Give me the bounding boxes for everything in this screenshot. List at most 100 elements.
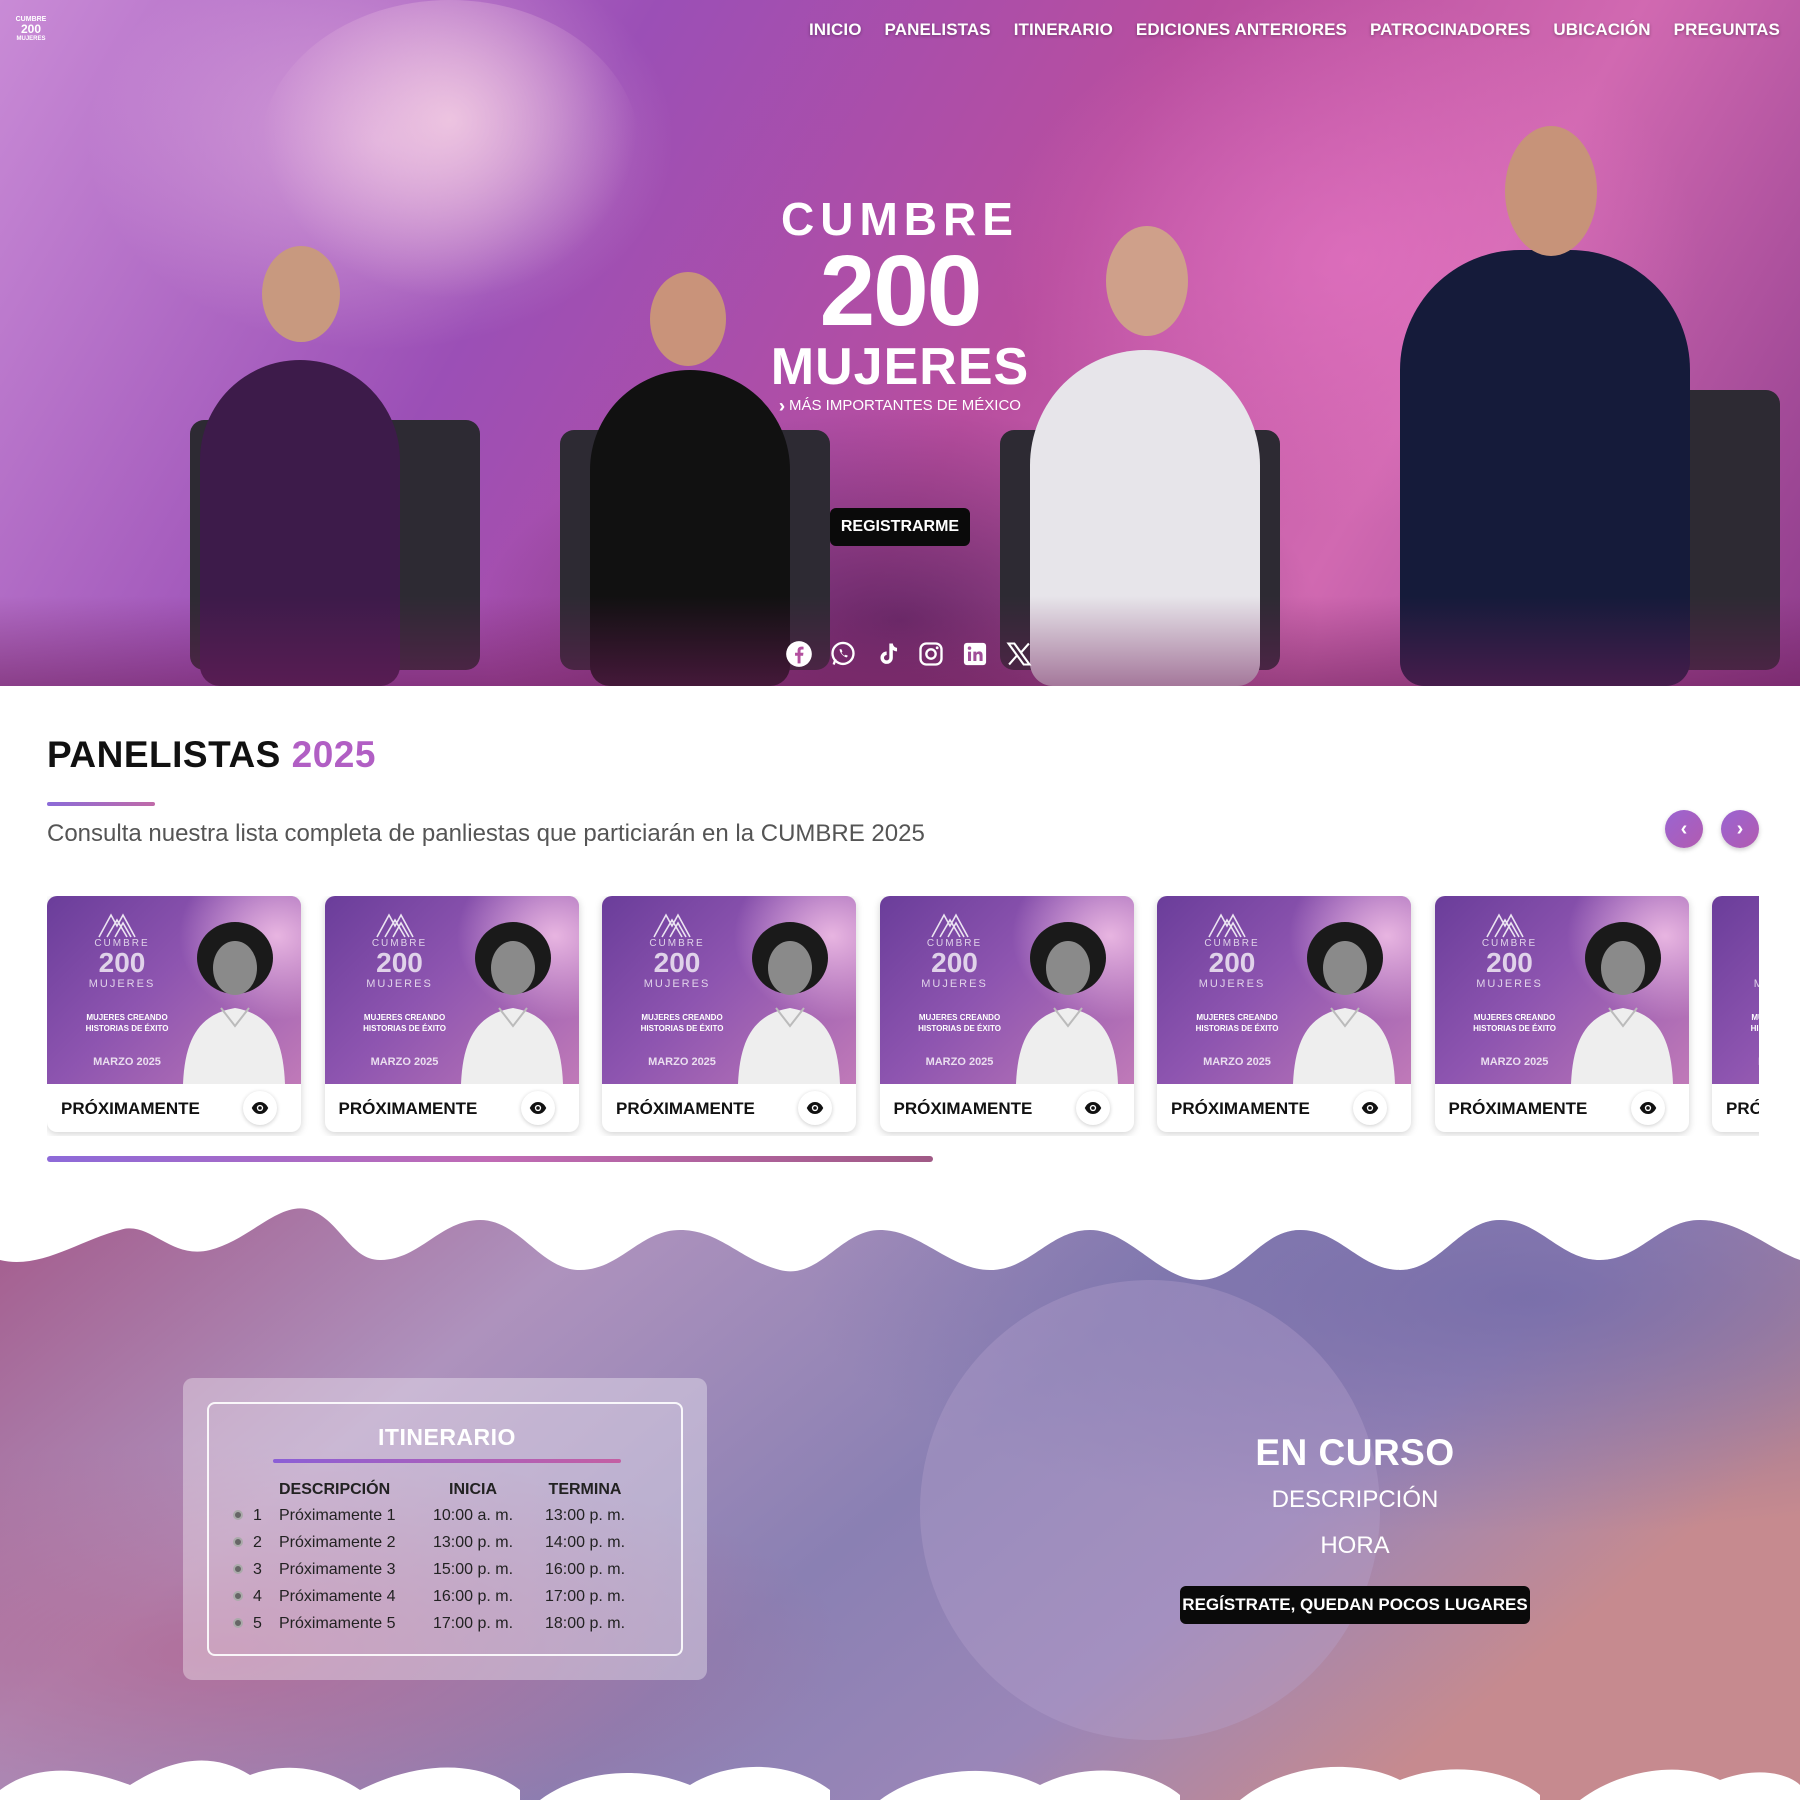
nav-ediciones-anteriores[interactable]: EDICIONES ANTERIORES xyxy=(1136,20,1347,40)
nav-itinerario[interactable]: ITINERARIO xyxy=(1014,20,1113,40)
view-button[interactable] xyxy=(1630,1091,1665,1125)
instagram-icon[interactable] xyxy=(917,640,945,668)
whatsapp-icon[interactable] xyxy=(829,640,857,668)
card-date: MARZO 2025 xyxy=(648,1056,716,1068)
row-bullet xyxy=(233,1610,253,1637)
nav-patrocinadores[interactable]: PATROCINADORES xyxy=(1370,20,1530,40)
panelist-portrait xyxy=(1293,922,1395,1084)
panelist-card[interactable]: CUMBRE200MUJERESMUJERES CREANDOHISTORIAS… xyxy=(47,896,301,1132)
panelist-card[interactable]: CUMBRE200MUJERESMUJERES CREANDOHISTORIAS… xyxy=(1157,896,1411,1132)
nav-inicio[interactable]: INICIO xyxy=(809,20,862,40)
panelist-card-image: CUMBRE200MUJERESMUJERES CREANDOHISTORIAS… xyxy=(47,896,301,1084)
panelists-carousel: CUMBRE 200 MUJERES MUJERES CREANDO HISTORIAS… xyxy=(47,896,1759,1136)
row-bullet xyxy=(233,1502,253,1529)
card-brand-num: 200 xyxy=(1742,948,1759,978)
row-termina: 16:00 p. m. xyxy=(544,1560,626,1578)
nav-panelistas[interactable]: PANELISTAS xyxy=(885,20,991,40)
row-termina: 17:00 p. m. xyxy=(544,1587,626,1605)
mountain-logo-icon xyxy=(1485,913,1524,938)
header-spacer xyxy=(233,1478,253,1502)
card-tagline-2: HISTORIAS DE ÉXITO xyxy=(640,1024,724,1033)
row-bullet xyxy=(233,1583,253,1610)
card-tagline-1: MUJERES CREANDO xyxy=(1196,1013,1278,1022)
panelist-card-image: CUMBRE200MUJERESMUJERES CREANDOHISTORIAS… xyxy=(1712,896,1759,1084)
panelist-portrait xyxy=(183,922,285,1084)
card-brand-num: 200 xyxy=(376,947,423,978)
card-brand-bottom: MUJERES xyxy=(1198,978,1266,990)
panelist-portrait xyxy=(738,922,840,1084)
carousel-next-button[interactable]: › xyxy=(1721,810,1759,848)
row-bullet xyxy=(233,1529,253,1556)
card-tagline: MUJERES CREANDO HISTORIAS DE ÉXITO xyxy=(355,1012,455,1034)
panelistas-subtitle: Consulta nuestra lista completa de panli… xyxy=(47,820,925,847)
panelist-card[interactable]: CUMBRE200MUJERESMUJERES CREANDOHISTORIAS… xyxy=(1712,896,1759,1132)
card-date: MARZO 2025 xyxy=(370,1056,439,1068)
table-row: 3 Próximamente 3 15:00 p. m. 16:00 p. m. xyxy=(233,1556,641,1583)
card-tagline-1: MUJERES CREANDO xyxy=(86,1013,168,1022)
card-brand-bottom: MUJERES xyxy=(366,978,433,990)
x-icon[interactable] xyxy=(1005,640,1033,668)
register-button[interactable]: REGISTRARME xyxy=(830,508,970,546)
brand-line-mujeres: MUJERES xyxy=(770,338,1030,396)
tiktok-icon[interactable] xyxy=(873,640,901,668)
panelist-card[interactable]: CUMBRE200MUJERESMUJERES CREANDOHISTORIAS… xyxy=(879,896,1134,1132)
site-logo[interactable]: CUMBRE 200 MUJERES xyxy=(14,16,48,42)
panelist-card[interactable]: CUMBRE200MUJERESMUJERES CREANDOHISTORIAS… xyxy=(602,896,856,1132)
panelistas-title: PANELISTAS xyxy=(47,734,281,775)
panelist-card-image: CUMBRE200MUJERESMUJERES CREANDOHISTORIAS… xyxy=(324,896,579,1084)
eye-icon xyxy=(1361,1102,1379,1114)
mountain-logo-icon xyxy=(1208,913,1246,938)
main-nav: INICIO PANELISTAS ITINERARIO EDICIONES A… xyxy=(809,20,1780,40)
row-inicia: 13:00 p. m. xyxy=(432,1533,514,1551)
card-tagline: MUJERES CREANDO HISTORIAS DE ÉXITO xyxy=(632,1012,732,1034)
row-inicia: 15:00 p. m. xyxy=(432,1560,514,1578)
card-tagline: MUJERES CREANDO HISTORIAS DE ÉXITO xyxy=(77,1012,177,1034)
row-descripcion: Próximamente 1 xyxy=(279,1506,396,1524)
en-curso-panel: EN CURSO DESCRIPCIÓN HORA xyxy=(1150,1432,1560,1560)
row-descripcion: Próximamente 5 xyxy=(279,1614,396,1632)
card-brand-num: 200 xyxy=(1208,947,1256,978)
mountain-logo-icon xyxy=(375,913,414,938)
card-tagline-2: HISTORIAS DE ÉXITO xyxy=(363,1024,446,1033)
row-number: 4 xyxy=(253,1587,262,1605)
panelist-card[interactable]: CUMBRE200MUJERESMUJERES CREANDOHISTORIAS… xyxy=(1434,896,1689,1132)
brand-line-200: 200 xyxy=(819,235,983,347)
nav-ubicacion[interactable]: UBICACIÓN xyxy=(1553,20,1650,40)
header-inicia: INICIA xyxy=(449,1481,497,1498)
card-tagline-1: MUJERES CREANDO xyxy=(918,1013,1001,1022)
card-brand-num: 200 xyxy=(1486,947,1533,978)
register-cta-button[interactable]: REGÍSTRATE, QUEDAN POCOS LUGARES xyxy=(1180,1586,1530,1624)
table-row: 5 Próximamente 5 17:00 p. m. 18:00 p. m. xyxy=(233,1610,641,1637)
panelist-head xyxy=(1106,226,1188,336)
linkedin-icon[interactable] xyxy=(961,640,989,668)
view-button[interactable] xyxy=(798,1091,832,1125)
mountain-logo-icon xyxy=(930,913,969,938)
view-button[interactable] xyxy=(1075,1091,1110,1125)
panelist-card[interactable]: CUMBRE200MUJERESMUJERES CREANDOHISTORIAS… xyxy=(324,896,579,1132)
nav-preguntas[interactable]: PREGUNTAS xyxy=(1674,20,1780,40)
panelist-head xyxy=(650,272,726,366)
row-number: 1 xyxy=(253,1506,262,1524)
panelistas-heading: PANELISTAS 2025 xyxy=(47,734,376,776)
card-tagline-1: MUJERES CREANDO xyxy=(1473,1013,1556,1022)
card-tagline-1: MUJERES CREANDO xyxy=(363,1013,446,1022)
heading-underline xyxy=(47,802,155,806)
panelist-card-image: CUMBRE200MUJERESMUJERES CREANDOHISTORIAS… xyxy=(1434,896,1689,1084)
card-date: MARZO 2025 xyxy=(93,1056,161,1068)
row-number: 5 xyxy=(253,1614,262,1632)
card-tagline-1: MUJERES CREANDO xyxy=(1751,1013,1759,1022)
panelist-card-label: PRÓXIMAMENTE xyxy=(338,1099,478,1118)
view-button[interactable] xyxy=(1353,1091,1387,1125)
panelist-head xyxy=(1505,126,1597,256)
card-brand-num: 200 xyxy=(98,947,146,978)
panelistas-year: 2025 xyxy=(291,734,376,775)
eye-icon xyxy=(806,1102,824,1114)
view-button[interactable] xyxy=(243,1091,277,1125)
social-links xyxy=(785,640,1033,668)
carousel-prev-button[interactable]: ‹ xyxy=(1665,810,1703,848)
carousel-scrollbar[interactable] xyxy=(47,1156,933,1162)
card-tagline-2: HISTORIAS DE ÉXITO xyxy=(85,1024,169,1033)
bullet-icon xyxy=(233,1563,243,1574)
view-button[interactable] xyxy=(520,1091,555,1125)
facebook-icon[interactable] xyxy=(785,640,813,668)
